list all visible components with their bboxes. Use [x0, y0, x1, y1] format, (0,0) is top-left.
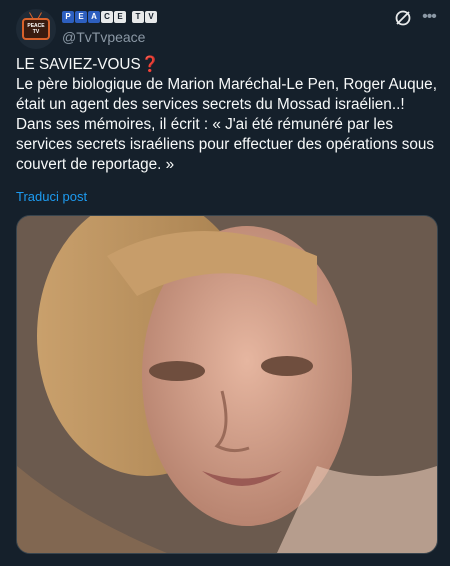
avatar-logo-text: PEACE TV — [27, 23, 45, 35]
user-handle[interactable]: @TvTvpeace — [62, 29, 145, 45]
name-letter: P — [62, 11, 74, 23]
name-letter: C — [101, 11, 113, 23]
avatar[interactable]: PEACE TV — [16, 9, 56, 49]
tv-logo-icon: PEACE TV — [22, 18, 50, 40]
name-letter: E — [75, 11, 87, 23]
more-icon[interactable]: ••• — [419, 7, 439, 27]
name-letter: A — [88, 11, 100, 23]
video-frame-image — [17, 216, 437, 553]
tweet-text: LE SAVIEZ-VOUS❓ Le père biologique de Ma… — [16, 56, 437, 173]
translate-post-link[interactable]: Traduci post — [16, 189, 87, 204]
grok-icon[interactable] — [393, 8, 413, 28]
name-gap — [127, 11, 131, 23]
name-letter: V — [145, 11, 157, 23]
video-thumbnail[interactable] — [16, 215, 438, 554]
display-name[interactable]: P E A C E T V — [62, 11, 157, 25]
name-letter: E — [114, 11, 126, 23]
name-letter: T — [132, 11, 144, 23]
tweet: PEACE TV P E A C E T V @TvTvpeace ••• LE… — [0, 0, 450, 566]
